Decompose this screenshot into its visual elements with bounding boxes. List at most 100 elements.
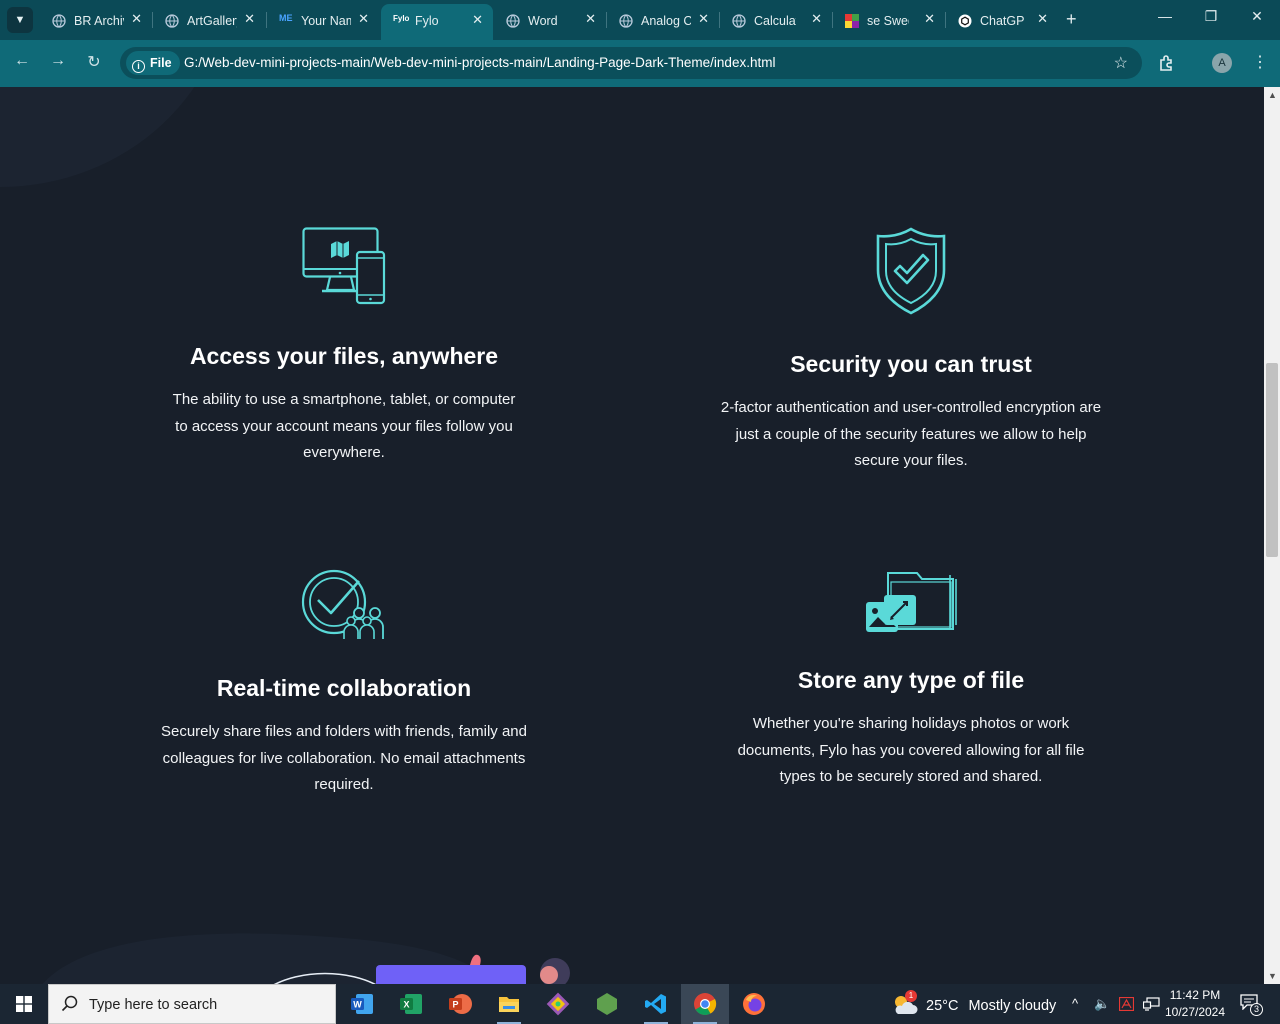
reload-button[interactable]: ↻ [82,52,106,72]
clock-time: 11:42 PM [1169,988,1221,1002]
feature-collaboration: Real-time collaboration Securely share f… [144,569,544,799]
tab-strip: ▼ BR Archive ✕ ArtGallery ✕ ME Your Name… [0,0,1280,40]
system-clock[interactable]: 11:42 PM 10/27/2024 [1160,987,1230,1021]
chevron-down-icon: ▼ [14,14,26,26]
feature-description: Securely share files and folders with fr… [160,723,527,793]
browser-toolbar: ← → ↻ i File G:/Web-dev-mini-projects-mai… [0,40,1280,87]
scheme-label: File [150,56,172,70]
site-info-chip[interactable]: i File [126,51,180,75]
excel-app-button[interactable]: X [387,984,435,1024]
tab-artgallery[interactable]: ArtGallery ✕ [153,6,265,36]
scroll-thumb[interactable] [1266,363,1278,557]
globe-icon [165,14,179,28]
feature-description: 2-factor authentication and user-control… [720,399,1102,469]
me-icon: ME [279,13,293,23]
feature-security: Security you can trust 2-factor authenti… [711,227,1111,475]
page-viewport: Access your files, anywhere The ability … [0,87,1264,984]
svg-text:W: W [353,1000,362,1010]
close-window-button[interactable]: ✕ [1234,8,1280,25]
devices-icon [302,227,386,305]
search-icon [61,995,78,1012]
chrome-app-button[interactable] [681,984,729,1024]
back-button[interactable]: ← [10,52,34,70]
close-icon[interactable]: ✕ [244,11,255,27]
fylo-icon: Fylo [393,14,410,23]
firefox-icon [743,993,765,1015]
nodejs-app-button[interactable] [583,984,631,1024]
close-icon[interactable]: ✕ [131,11,142,27]
folder-files-icon [866,572,957,632]
tab-swedish[interactable]: se Swedish ✕ [833,6,945,36]
minimize-button[interactable]: — [1142,8,1188,24]
windows-start-icon[interactable] [16,996,32,1012]
url-text[interactable]: G:/Web-dev-mini-projects-main/Web-dev-mi… [184,55,775,70]
close-icon[interactable]: ✕ [585,11,596,27]
close-icon[interactable]: ✕ [1037,11,1048,27]
windows-taskbar: Type here to search W X P 1 25°C Mostly … [0,984,1280,1024]
forward-button[interactable]: → [46,52,70,70]
close-icon[interactable]: ✕ [924,11,935,27]
chatgpt-icon [958,14,972,28]
scroll-up-arrow-icon[interactable]: ▲ [1268,90,1277,100]
tab-calculator[interactable]: Calculator ✕ [720,6,832,36]
close-icon[interactable]: ✕ [698,11,709,27]
feature-access-anywhere: Access your files, anywhere The ability … [144,227,544,467]
info-icon: i [132,60,145,73]
chevron-up-icon[interactable]: ^ [1072,996,1078,1011]
acrobat-icon[interactable] [1119,997,1134,1011]
close-icon[interactable]: ✕ [358,11,369,27]
svg-text:X: X [403,1000,409,1010]
notification-count-badge: 3 [1250,1003,1263,1016]
file-explorer-icon [499,997,519,1012]
chrome-icon [694,993,717,1015]
tab-title: ArtGallery [187,14,237,28]
powerpoint-app-button[interactable]: P [436,984,484,1024]
close-icon[interactable]: ✕ [811,11,822,27]
tab-title: ChatGPT [980,14,1024,28]
more-menu-icon[interactable]: ⋮ [1252,52,1268,72]
tab-fylo[interactable]: Fylo Fylo ✕ [381,4,493,40]
git-app-button[interactable] [534,984,582,1024]
vscode-app-button[interactable] [632,984,680,1024]
new-tab-button[interactable]: + [1066,9,1077,30]
firefox-app-button[interactable] [730,984,778,1024]
file-explorer-app-button[interactable] [485,984,533,1024]
scroll-down-arrow-icon[interactable]: ▼ [1268,971,1277,981]
feature-store-files: Store any type of file Whether you're sh… [711,569,1111,791]
network-icon[interactable] [1143,997,1160,1011]
tab-your-name[interactable]: ME Your Name ✕ [267,6,379,36]
tab-title: Word Counter [528,14,560,28]
collaboration-icon [301,569,384,639]
tab-word-counter[interactable]: Word Counter ✕ [494,6,606,36]
tab-title: Calculator [754,14,796,28]
profile-avatar[interactable]: A [1212,53,1232,73]
word-app-button[interactable]: W [338,984,386,1024]
clock-date: 10/27/2024 [1164,1005,1226,1019]
feature-description: The ability to use a smartphone, tablet,… [172,391,516,461]
feature-title: Store any type of file [797,667,1025,693]
address-bar[interactable]: i File G:/Web-dev-mini-projects-main/Web-… [120,47,1142,79]
extensions-puzzle-icon[interactable] [1158,54,1176,72]
feature-description: Whether you're sharing holidays photos o… [737,715,1085,785]
weather-temperature: 25°C [926,998,959,1014]
weather-widget[interactable]: 1 25°C Mostly cloudy [892,990,1057,1016]
globe-icon [506,14,520,28]
tab-title: Fylo [415,14,439,28]
svg-text:P: P [452,1000,458,1010]
volume-icon[interactable]: 🔈 [1094,996,1110,1012]
feature-title: Real-time collaboration [216,675,472,701]
shield-check-icon [876,227,946,315]
taskbar-search-box[interactable]: Type here to search [48,984,336,1024]
globe-icon [732,14,746,28]
weather-description: Mostly cloudy [968,998,1057,1014]
tab-title: Your Name [301,14,351,28]
close-icon[interactable]: ✕ [472,12,483,28]
page-scrollbar[interactable]: ▲ ▼ [1264,87,1280,984]
bookmark-star-icon[interactable]: ☆ [1114,53,1128,73]
tab-analog-clock[interactable]: Analog Clock ✕ [607,6,719,36]
tab-br-archive[interactable]: BR Archive ✕ [40,6,152,36]
tab-chatgpt[interactable]: ChatGPT ✕ [946,6,1058,36]
tab-search-button[interactable]: ▼ [7,7,33,33]
vscode-icon [645,994,666,1014]
restore-button[interactable]: ❐ [1188,8,1234,25]
